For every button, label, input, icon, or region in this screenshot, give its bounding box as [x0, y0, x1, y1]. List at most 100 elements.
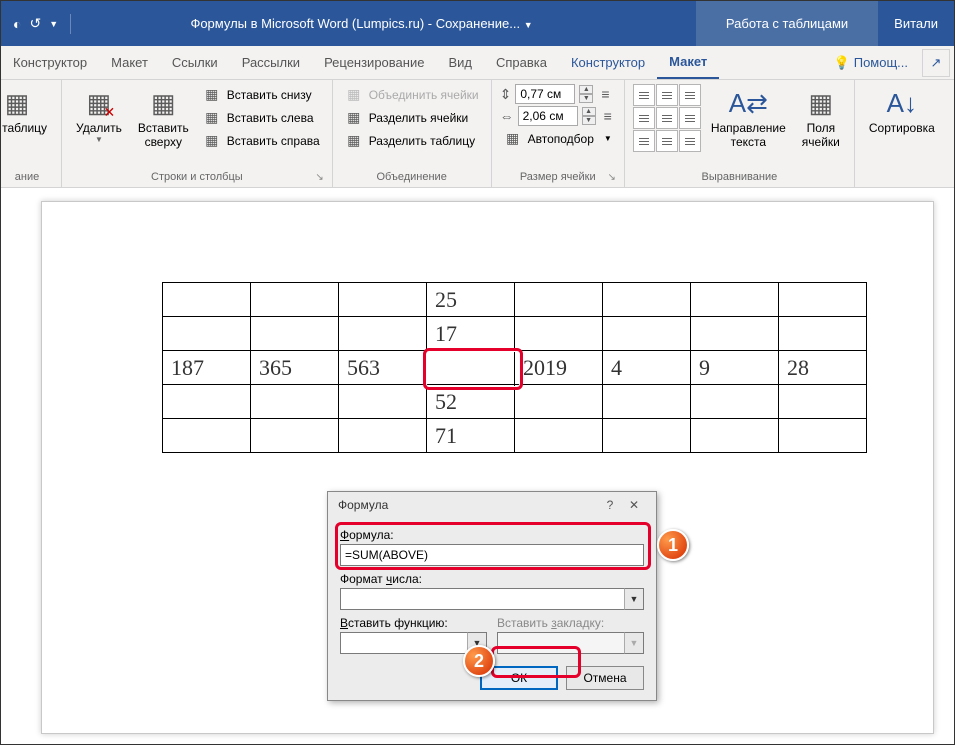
table-cell[interactable] — [163, 385, 251, 419]
table-cell[interactable]: 9 — [691, 351, 779, 385]
tab-help[interactable]: Справка — [484, 46, 559, 79]
draw-table-button[interactable]: ▦ ть таблицу — [1, 84, 53, 139]
insert-function-combo[interactable] — [340, 632, 487, 654]
cell-margins-button[interactable]: ▦ Поля ячейки — [796, 84, 846, 154]
table-cell[interactable] — [339, 317, 427, 351]
table-cell[interactable] — [339, 385, 427, 419]
spinner-down-icon[interactable]: ▼ — [579, 94, 593, 103]
dropdown-caret-icon[interactable]: ▼ — [49, 19, 58, 29]
close-icon[interactable]: ✕ — [622, 498, 646, 512]
table-cell[interactable] — [603, 317, 691, 351]
table-cell[interactable] — [691, 317, 779, 351]
tab-constructor[interactable]: Конструктор — [1, 46, 99, 79]
dialog-launcher-icon[interactable]: ↘ — [607, 172, 615, 183]
table-cell[interactable]: 17 — [427, 317, 515, 351]
align-bottom-right[interactable] — [679, 130, 701, 152]
table-cell[interactable] — [515, 385, 603, 419]
table-cell[interactable] — [779, 317, 867, 351]
align-bottom-left[interactable] — [633, 130, 655, 152]
table-cell[interactable] — [163, 317, 251, 351]
sort-button[interactable]: A↓ Сортировка — [863, 84, 941, 139]
table-cell[interactable]: 2019 — [515, 351, 603, 385]
table-row[interactable]: 71 — [163, 419, 867, 453]
autofit-button[interactable]: ▦Автоподбор▼ — [500, 128, 616, 149]
table-cell[interactable]: 563 — [339, 351, 427, 385]
table-cell[interactable] — [603, 419, 691, 453]
table-cell[interactable] — [339, 283, 427, 317]
autosave-icon[interactable]: ◐ — [13, 16, 21, 32]
table-cell[interactable] — [339, 419, 427, 453]
spinner-up-icon[interactable]: ▲ — [579, 85, 593, 94]
table-cell[interactable] — [163, 283, 251, 317]
help-icon[interactable]: ? — [598, 498, 622, 512]
align-middle-right[interactable] — [679, 107, 701, 129]
combo-arrow-icon[interactable]: ▼ — [624, 588, 644, 610]
spinner-down-icon[interactable]: ▼ — [582, 116, 596, 125]
spinner-up-icon[interactable]: ▲ — [582, 107, 596, 116]
table-cell[interactable] — [691, 419, 779, 453]
table-row[interactable]: 52 — [163, 385, 867, 419]
table-cell[interactable] — [603, 283, 691, 317]
distribute-cols-icon[interactable]: ≡ — [604, 108, 612, 124]
table-cell[interactable] — [779, 385, 867, 419]
table-cell[interactable] — [603, 385, 691, 419]
table-cell[interactable] — [779, 419, 867, 453]
table-cell[interactable]: 71 — [427, 419, 515, 453]
tab-layout[interactable]: Макет — [99, 46, 160, 79]
tab-mailings[interactable]: Рассылки — [230, 46, 312, 79]
table-cell[interactable] — [515, 419, 603, 453]
tab-table-layout[interactable]: Макет — [657, 46, 719, 79]
row-height-input[interactable]: 0,77 см — [515, 84, 575, 104]
table-cell[interactable] — [691, 283, 779, 317]
tab-view[interactable]: Вид — [436, 46, 484, 79]
insert-above-button[interactable]: ▦ Вставить сверху — [132, 84, 195, 154]
table-cell[interactable]: 52 — [427, 385, 515, 419]
align-top-left[interactable] — [633, 84, 655, 106]
table-cell[interactable]: 187 — [163, 351, 251, 385]
split-cells-button[interactable]: ▦Разделить ячейки — [341, 107, 483, 128]
table-cell[interactable] — [251, 385, 339, 419]
split-table-button[interactable]: ▦Разделить таблицу — [341, 130, 483, 151]
table-cell[interactable] — [251, 317, 339, 351]
word-table[interactable]: 25 17 187365563 20194928 52 71 — [162, 282, 867, 453]
insert-below-button[interactable]: ▦Вставить снизу — [199, 84, 324, 105]
align-top-center[interactable] — [656, 84, 678, 106]
table-cell[interactable] — [163, 419, 251, 453]
align-bottom-center[interactable] — [656, 130, 678, 152]
table-cell[interactable]: 28 — [779, 351, 867, 385]
distribute-rows-icon[interactable]: ≡ — [601, 86, 609, 102]
table-cell[interactable]: 4 — [603, 351, 691, 385]
formula-input[interactable] — [340, 544, 644, 566]
insert-left-button[interactable]: ▦Вставить слева — [199, 107, 324, 128]
table-row[interactable]: 25 — [163, 283, 867, 317]
tab-table-design[interactable]: Конструктор — [559, 46, 657, 79]
table-cell[interactable] — [515, 317, 603, 351]
tab-review[interactable]: Рецензирование — [312, 46, 436, 79]
delete-button[interactable]: ▦✕ Удалить ▼ — [70, 84, 128, 148]
dialog-launcher-icon[interactable]: ↘ — [315, 172, 323, 183]
align-middle-center[interactable] — [656, 107, 678, 129]
table-cell[interactable] — [515, 283, 603, 317]
table-row[interactable]: 187365563 20194928 — [163, 351, 867, 385]
table-cell[interactable] — [251, 419, 339, 453]
number-format-combo[interactable] — [340, 588, 644, 610]
col-width-input[interactable]: 2,06 см — [518, 106, 578, 126]
undo-icon[interactable]: ↺ — [29, 15, 41, 32]
table-cell[interactable]: 365 — [251, 351, 339, 385]
insert-right-button[interactable]: ▦Вставить справа — [199, 130, 324, 151]
table-row[interactable]: 17 — [163, 317, 867, 351]
align-middle-left[interactable] — [633, 107, 655, 129]
table-cell[interactable] — [691, 385, 779, 419]
user-name[interactable]: Витали — [878, 16, 954, 31]
share-icon[interactable]: ↗ — [922, 49, 950, 77]
text-direction-button[interactable]: A⇄ Направление текста — [705, 84, 792, 154]
tab-references[interactable]: Ссылки — [160, 46, 230, 79]
table-cell[interactable] — [779, 283, 867, 317]
dialog-titlebar[interactable]: Формула ? ✕ — [328, 492, 656, 518]
table-cell[interactable] — [251, 283, 339, 317]
tell-me-search[interactable]: 💡 Помощ... — [824, 55, 918, 71]
table-cell[interactable]: 25 — [427, 283, 515, 317]
align-top-right[interactable] — [679, 84, 701, 106]
cancel-button[interactable]: Отмена — [566, 666, 644, 690]
table-cell[interactable] — [427, 351, 515, 385]
